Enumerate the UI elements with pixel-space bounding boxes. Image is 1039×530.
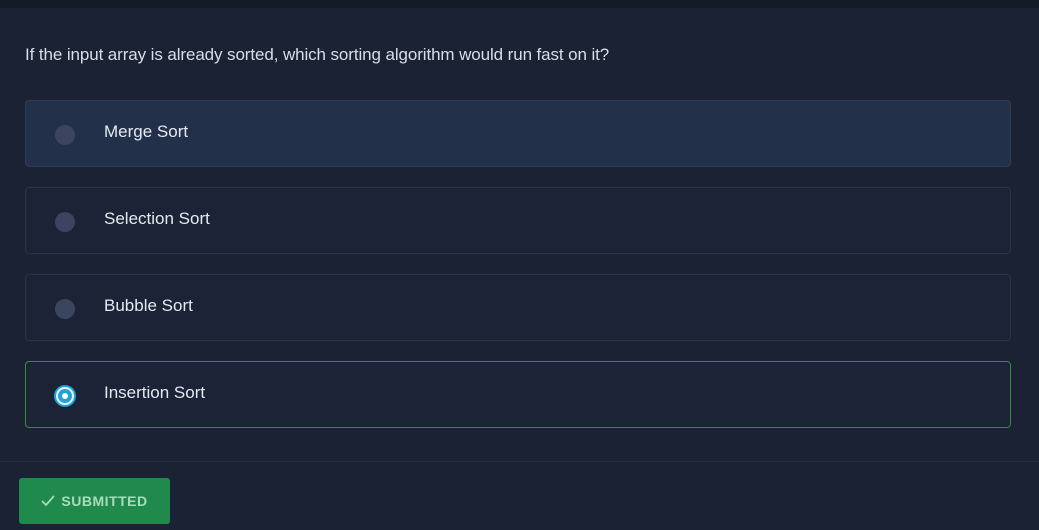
radio-button-selected[interactable] [56,387,74,405]
option-selection-sort[interactable]: Selection Sort [25,187,1011,254]
option-label: Merge Sort [104,122,189,141]
option-bubble-sort[interactable]: Bubble Sort [25,274,1011,341]
question-text: If the input array is already sorted, wh… [25,45,610,64]
option-insertion-sort[interactable]: Insertion Sort [25,361,1011,428]
divider [0,461,1039,462]
option-label: Selection Sort [104,209,210,228]
check-icon [41,495,55,507]
radio-button[interactable] [55,299,75,319]
submitted-button[interactable]: SUBMITTED [19,478,170,524]
radio-button[interactable] [55,212,75,232]
option-label: Insertion Sort [104,383,206,402]
radio-button[interactable] [55,125,75,145]
option-label: Bubble Sort [104,296,193,315]
option-merge-sort[interactable]: Merge Sort [25,100,1011,167]
top-bar [0,0,1039,8]
submitted-label: SUBMITTED [61,493,148,509]
